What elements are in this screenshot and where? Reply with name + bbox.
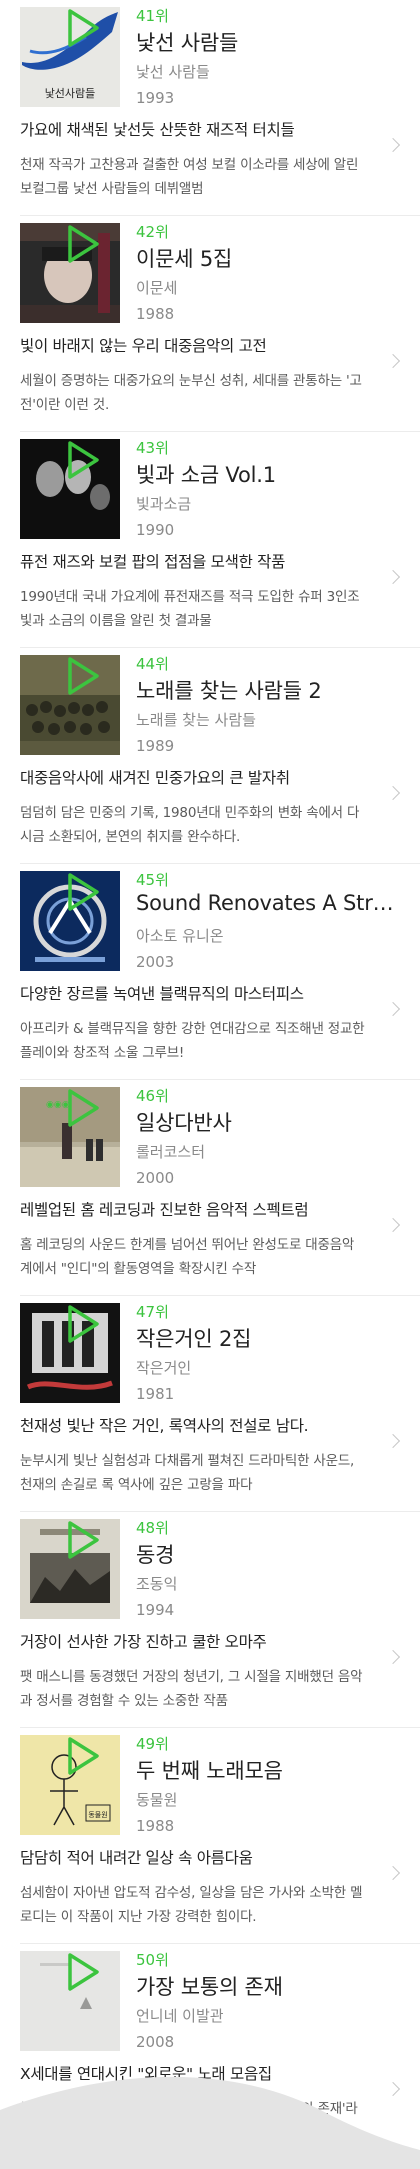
review-description: 섬세함이 자아낸 압도적 감수성, 일상을 담은 가사와 소박한 멜로디는 이 … [20,1885,363,1925]
artist-name[interactable]: 아소토 유니온 [136,925,224,946]
album-item[interactable]: 43위 빛과 소금 Vol.1 빛과소금 1990 퓨전 재즈와 보컬 팝의 접… [0,432,420,648]
play-icon[interactable] [66,1736,100,1776]
review-description: 눈부시게 빛난 실험성과 다채롭게 펼쳐진 드라마틱한 사운드, 천재의 손길로… [20,1453,355,1493]
chevron-right-icon[interactable] [385,569,401,585]
rank-label: 50위 [136,1951,169,1969]
play-icon[interactable] [66,1088,100,1128]
rank-label: 42위 [136,223,169,241]
artist-name[interactable]: 작은거인 [136,1357,191,1378]
play-icon[interactable] [66,8,100,48]
review-headline: 레벨업된 홈 레코딩과 진보한 음악적 스펙트럼 [20,1201,309,1219]
release-year: 2000 [136,1169,175,1187]
review-description: 덤덤히 담은 민중의 기록, 1980년대 민주화의 변화 속에서 다시금 소환… [20,805,360,845]
review-headline: 퓨전 재즈와 보컬 팝의 접점을 모색한 작품 [20,553,286,571]
rank-label: 47위 [136,1303,169,1321]
review-headline: 거장이 선사한 가장 진하고 쿨한 오마주 [20,1633,267,1651]
album-title[interactable]: 동경 [136,1539,406,1569]
cover-text: 동물원 [88,1810,107,1819]
play-icon[interactable] [66,1952,100,1992]
rank-label: 48위 [136,1519,169,1537]
review-headline: 가요에 채색된 낯선듯 산뜻한 재즈적 터치들 [20,121,295,139]
album-item[interactable]: 45위 Sound Renovates A Structure 아소토 유니온 … [0,864,420,1080]
album-item[interactable]: 42위 이문세 5집 이문세 1988 빛이 바래지 않는 우리 대중음악의 고… [0,216,420,432]
review-description: 홈 레코딩의 사운드 한계를 넘어선 뛰어난 완성도로 대중음악계에서 "인디"… [20,1237,355,1277]
album-title[interactable]: 작은거인 2집 [136,1323,406,1353]
release-year: 1990 [136,521,175,539]
bottom-wave-overlay [0,2076,420,2169]
release-year: 1994 [136,1601,175,1619]
release-year: 1988 [136,1817,175,1835]
review-description: 1990년대 국내 가요계에 퓨전재즈를 적극 도입한 슈퍼 3인조 빛과 소금… [20,589,360,629]
rank-label: 44위 [136,655,169,673]
release-year: 1989 [136,737,175,755]
play-icon[interactable] [66,440,100,480]
chevron-right-icon[interactable] [385,353,401,369]
artist-name[interactable]: 낯선 사람들 [136,61,210,82]
play-icon[interactable] [66,872,100,912]
review-headline: 천재성 빛난 작은 거인, 록역사의 전설로 남다. [20,1417,309,1435]
rank-label: 46위 [136,1087,169,1105]
album-title[interactable]: 낯선 사람들 [136,27,406,57]
artist-name[interactable]: 언니네 이발관 [136,2005,224,2026]
artist-name[interactable]: 동물원 [136,1789,177,1810]
chevron-right-icon[interactable] [385,785,401,801]
album-title[interactable]: 일상다반사 [136,1107,406,1137]
chevron-right-icon[interactable] [385,1649,401,1665]
review-description: 아프리카 & 블랙뮤직을 향한 강한 연대감으로 직조해낸 정교한 플레이와 창… [20,1021,365,1061]
album-title[interactable]: 빛과 소금 Vol.1 [136,459,406,489]
rank-label: 43위 [136,439,169,457]
release-year: 2008 [136,2033,175,2051]
review-description: 천재 작곡가 고찬용과 걸출한 여성 보컬 이소라를 세상에 알린 보컬그룹 낯… [20,157,359,197]
play-icon[interactable] [66,1304,100,1344]
release-year: 1981 [136,1385,175,1403]
chevron-right-icon[interactable] [385,137,401,153]
artist-name[interactable]: 조동익 [136,1573,177,1594]
rank-label: 41위 [136,7,169,25]
chevron-right-icon[interactable] [385,1433,401,1449]
album-item[interactable]: 47위 작은거인 2집 작은거인 1981 천재성 빛난 작은 거인, 록역사의… [0,1296,420,1512]
album-item[interactable]: 동물원 49위 두 번째 노래모음 동물원 1988 담담히 적어 내려간 일상… [0,1728,420,1944]
play-icon[interactable] [66,1520,100,1560]
artist-name[interactable]: 이문세 [136,277,177,298]
album-item[interactable]: 낯선사람들 41위 낯선 사람들 낯선 사람들 1993 가요에 채색된 낯선듯… [0,0,420,216]
release-year: 1993 [136,89,175,107]
cover-text: 낯선사람들 [45,87,96,100]
artist-name[interactable]: 노래를 찾는 사람들 [136,709,256,730]
album-title[interactable]: Sound Renovates A Structure [136,891,406,915]
release-year: 1988 [136,305,175,323]
chevron-right-icon[interactable] [385,1001,401,1017]
album-item[interactable]: 48위 동경 조동익 1994 거장이 선사한 가장 진하고 쿨한 오마주 팻 … [0,1512,420,1728]
review-headline: 담담히 적어 내려간 일상 속 아름다움 [20,1849,253,1867]
rank-label: 49위 [136,1735,169,1753]
review-headline: 빛이 바래지 않는 우리 대중음악의 고전 [20,337,267,355]
play-icon[interactable] [66,656,100,696]
play-icon[interactable] [66,224,100,264]
review-description: 팻 매스니를 동경했던 거장의 청년기, 그 시절을 지배했던 음악과 정서를 … [20,1669,363,1709]
review-headline: 대중음악사에 새겨진 민중가요의 큰 발자취 [20,769,290,787]
album-title[interactable]: 가장 보통의 존재 [136,1971,406,2001]
release-year: 2003 [136,953,175,971]
artist-name[interactable]: 롤러코스터 [136,1141,205,1162]
album-title[interactable]: 노래를 찾는 사람들 2 [136,675,406,705]
album-title[interactable]: 두 번째 노래모음 [136,1755,406,1785]
rank-label: 45위 [136,871,169,889]
album-item[interactable]: 44위 노래를 찾는 사람들 2 노래를 찾는 사람들 1989 대중음악사에 … [0,648,420,864]
chevron-right-icon[interactable] [385,1865,401,1881]
chevron-right-icon[interactable] [385,1217,401,1233]
album-title[interactable]: 이문세 5집 [136,243,406,273]
artist-name[interactable]: 빛과소금 [136,493,191,514]
album-item[interactable]: ◉◉◉ 46위 일상다반사 롤러코스터 2000 레벨업된 홈 레코딩과 진보한… [0,1080,420,1296]
review-description: 세월이 증명하는 대중가요의 눈부신 성취, 세대를 관통하는 '고전'이란 이… [20,373,362,413]
review-headline: 다양한 장르를 녹여낸 블랙뮤직의 마스터피스 [20,985,304,1003]
